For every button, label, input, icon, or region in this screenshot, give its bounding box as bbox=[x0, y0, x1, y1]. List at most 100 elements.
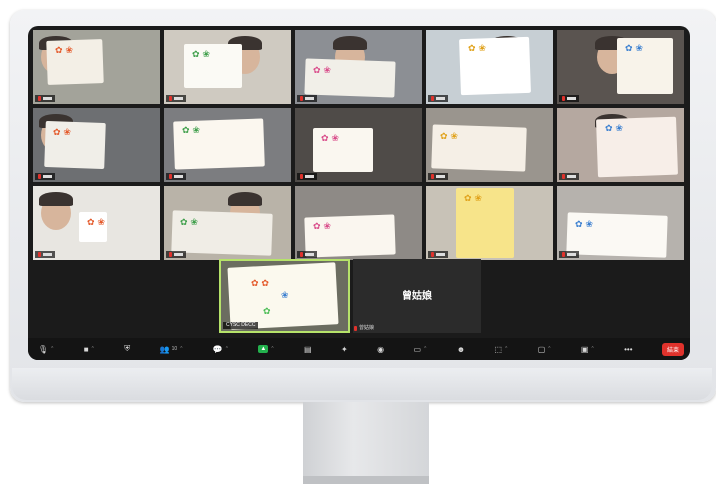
chevron-up-icon[interactable]: ⌃ bbox=[504, 346, 508, 352]
redacted-name bbox=[174, 253, 183, 256]
participant-name-tag bbox=[559, 95, 579, 102]
participant-name-tag bbox=[428, 173, 448, 180]
participant-video-tile[interactable]: ✿ ❀ bbox=[426, 108, 553, 182]
notes-button[interactable]: ▣ ⌃ bbox=[581, 345, 595, 354]
chat-icon: 💬 bbox=[212, 344, 223, 354]
card-drawing: ✿ ❀ bbox=[464, 194, 482, 204]
card-drawing: ✿ ❀ bbox=[321, 134, 339, 144]
participant-name-tag bbox=[166, 173, 186, 180]
muted-mic-icon bbox=[300, 252, 303, 257]
participant-video-tile[interactable]: ✿ ❀ bbox=[33, 108, 160, 182]
more-icon: ••• bbox=[624, 344, 633, 354]
end-meeting-button[interactable]: 結束 bbox=[661, 342, 684, 356]
muted-mic-icon bbox=[38, 96, 41, 101]
participant-video-tile[interactable]: ✿ ❀ bbox=[164, 186, 291, 260]
participant-name-tag bbox=[166, 95, 186, 102]
document-icon: ▤ bbox=[304, 344, 312, 354]
participant-video-tile[interactable]: ✿ ❀ bbox=[426, 30, 553, 104]
card-drawing: ✿ ❀ bbox=[575, 220, 593, 230]
participant-name-tag bbox=[35, 173, 55, 180]
greeting-card bbox=[304, 214, 396, 258]
card-drawing: ✿ ❀ bbox=[55, 46, 73, 56]
participant-name-tag bbox=[297, 95, 317, 102]
participant-video-tile[interactable]: ✿ ❀ bbox=[33, 186, 160, 260]
chevron-up-icon[interactable]: ⌃ bbox=[91, 346, 95, 352]
participant-video-tile[interactable]: ✿ ❀ bbox=[426, 186, 553, 260]
participant-video-tile[interactable]: ✿ ❀ bbox=[164, 30, 291, 104]
muted-mic-icon bbox=[431, 174, 434, 179]
more-button[interactable]: ••• bbox=[624, 345, 632, 354]
bottom-tile-row: ✿ ✿ ❀ ✿ CYSC DECC 曾姑娘 曾姑娘 bbox=[28, 258, 690, 336]
reactions-button[interactable]: ☻ bbox=[457, 345, 465, 354]
participant-video-tile[interactable]: ✿ ❀ bbox=[295, 30, 422, 104]
muted-mic-icon bbox=[300, 96, 303, 101]
participant-name-tag bbox=[428, 251, 448, 258]
participant-name-tag bbox=[428, 95, 448, 102]
redacted-name bbox=[567, 253, 576, 256]
participant-video-tile[interactable]: ✿ ❀ bbox=[557, 186, 684, 260]
summary-button[interactable]: ▤ bbox=[304, 345, 312, 354]
redacted-name bbox=[436, 97, 445, 100]
shield-icon: ⛨ bbox=[124, 344, 131, 353]
participant-hair bbox=[228, 192, 262, 206]
chevron-up-icon[interactable]: ⌃ bbox=[590, 346, 594, 352]
chevron-up-icon[interactable]: ⌃ bbox=[179, 346, 183, 352]
security-button[interactable]: ⛨ bbox=[124, 344, 130, 354]
participant-video-tile[interactable]: ✿ ❀ bbox=[295, 186, 422, 260]
participant-hair bbox=[39, 192, 73, 206]
muted-mic-icon bbox=[38, 174, 41, 179]
card-drawing: ✿ ❀ bbox=[605, 124, 623, 134]
participants-icon: 👥 bbox=[159, 344, 170, 354]
redacted-name bbox=[305, 175, 314, 178]
chevron-up-icon[interactable]: ⌃ bbox=[225, 346, 229, 352]
participants-button[interactable]: 👥 10 ⌃ bbox=[160, 345, 184, 354]
redacted-name bbox=[43, 175, 52, 178]
chevron-up-icon[interactable]: ⌃ bbox=[270, 346, 274, 352]
card-drawing: ✿ ❀ bbox=[53, 128, 71, 138]
participant-video-tile[interactable]: ✿ ❀ bbox=[557, 30, 684, 104]
participant-video-tile[interactable]: ✿ ❀ bbox=[295, 108, 422, 182]
participant-name-tag: 曾姑娘 bbox=[354, 325, 374, 332]
chevron-up-icon[interactable]: ⌃ bbox=[423, 346, 427, 352]
chevron-up-icon[interactable]: ⌃ bbox=[50, 346, 54, 352]
whiteboard-icon: ▢ bbox=[537, 344, 546, 354]
chat-button[interactable]: 💬 ⌃ bbox=[213, 345, 229, 354]
mic-control[interactable]: 🎙 ⌃ bbox=[38, 345, 54, 354]
participant-grid: ✿ ❀ ✿ ❀ ✿ ❀ ✿ ❀ ✿ ❀ ✿ ❀ ✿ ❀ ✿ ❀ ✿ ❀ ✿ ❀ ✿ ❀ ✿ ❀ ✿ ❀ ✿… bbox=[33, 30, 684, 260]
muted-mic-icon bbox=[562, 252, 565, 257]
participant-video-tile[interactable]: ✿ ❀ bbox=[557, 108, 684, 182]
redacted-name bbox=[174, 175, 183, 178]
redacted-name bbox=[436, 253, 445, 256]
muted-mic-icon bbox=[169, 96, 172, 101]
share-screen-button[interactable]: ▲ ⌃ bbox=[258, 345, 275, 353]
video-control[interactable]: ■ ⌃ bbox=[84, 345, 95, 354]
apps-button[interactable]: ⬚ ⌃ bbox=[495, 345, 509, 354]
active-speaker-tile[interactable]: ✿ ✿ ❀ ✿ CYSC DECC bbox=[219, 259, 350, 333]
whiteboard-button[interactable]: ▢ ⌃ bbox=[538, 345, 552, 354]
reactions-icon: ☻ bbox=[456, 344, 466, 354]
redacted-name bbox=[305, 253, 314, 256]
participant-display-name: 曾姑娘 bbox=[402, 291, 432, 302]
video-meeting-window: ✿ ❀ ✿ ❀ ✿ ❀ ✿ ❀ ✿ ❀ ✿ ❀ ✿ ❀ ✿ ❀ ✿ ❀ ✿ ❀ ✿ ❀ ✿ ❀ ✿ ❀ ✿… bbox=[28, 26, 690, 360]
card-drawing: ✿ ❀ bbox=[180, 218, 198, 228]
chevron-up-icon[interactable]: ⌃ bbox=[547, 346, 551, 352]
captions-button[interactable]: ▭ ⌃ bbox=[414, 345, 428, 354]
monitor-chin bbox=[12, 368, 712, 400]
monitor-stand bbox=[303, 402, 429, 484]
card-drawing: ✿ ❀ bbox=[440, 132, 458, 142]
participant-video-tile[interactable]: ✿ ❀ bbox=[33, 30, 160, 104]
monitor-stand-foot bbox=[303, 476, 429, 484]
ai-companion-button[interactable]: ✦ bbox=[341, 345, 348, 354]
record-button[interactable]: ◉ bbox=[377, 345, 384, 354]
muted-mic-icon bbox=[431, 252, 434, 257]
card-drawing: ✿ ❀ bbox=[182, 126, 200, 136]
name-only-tile[interactable]: 曾姑娘 曾姑娘 bbox=[353, 259, 481, 333]
redacted-name bbox=[43, 97, 52, 100]
participant-name-tag: CYSC DECC bbox=[223, 322, 259, 329]
participant-hair bbox=[333, 36, 367, 50]
flower-drawing: ✿ ✿ bbox=[251, 279, 269, 289]
card-drawing: ✿ ❀ bbox=[625, 44, 643, 54]
share-screen-icon: ▲ bbox=[258, 345, 269, 353]
participant-video-tile[interactable]: ✿ ❀ bbox=[164, 108, 291, 182]
muted-mic-icon bbox=[300, 174, 303, 179]
